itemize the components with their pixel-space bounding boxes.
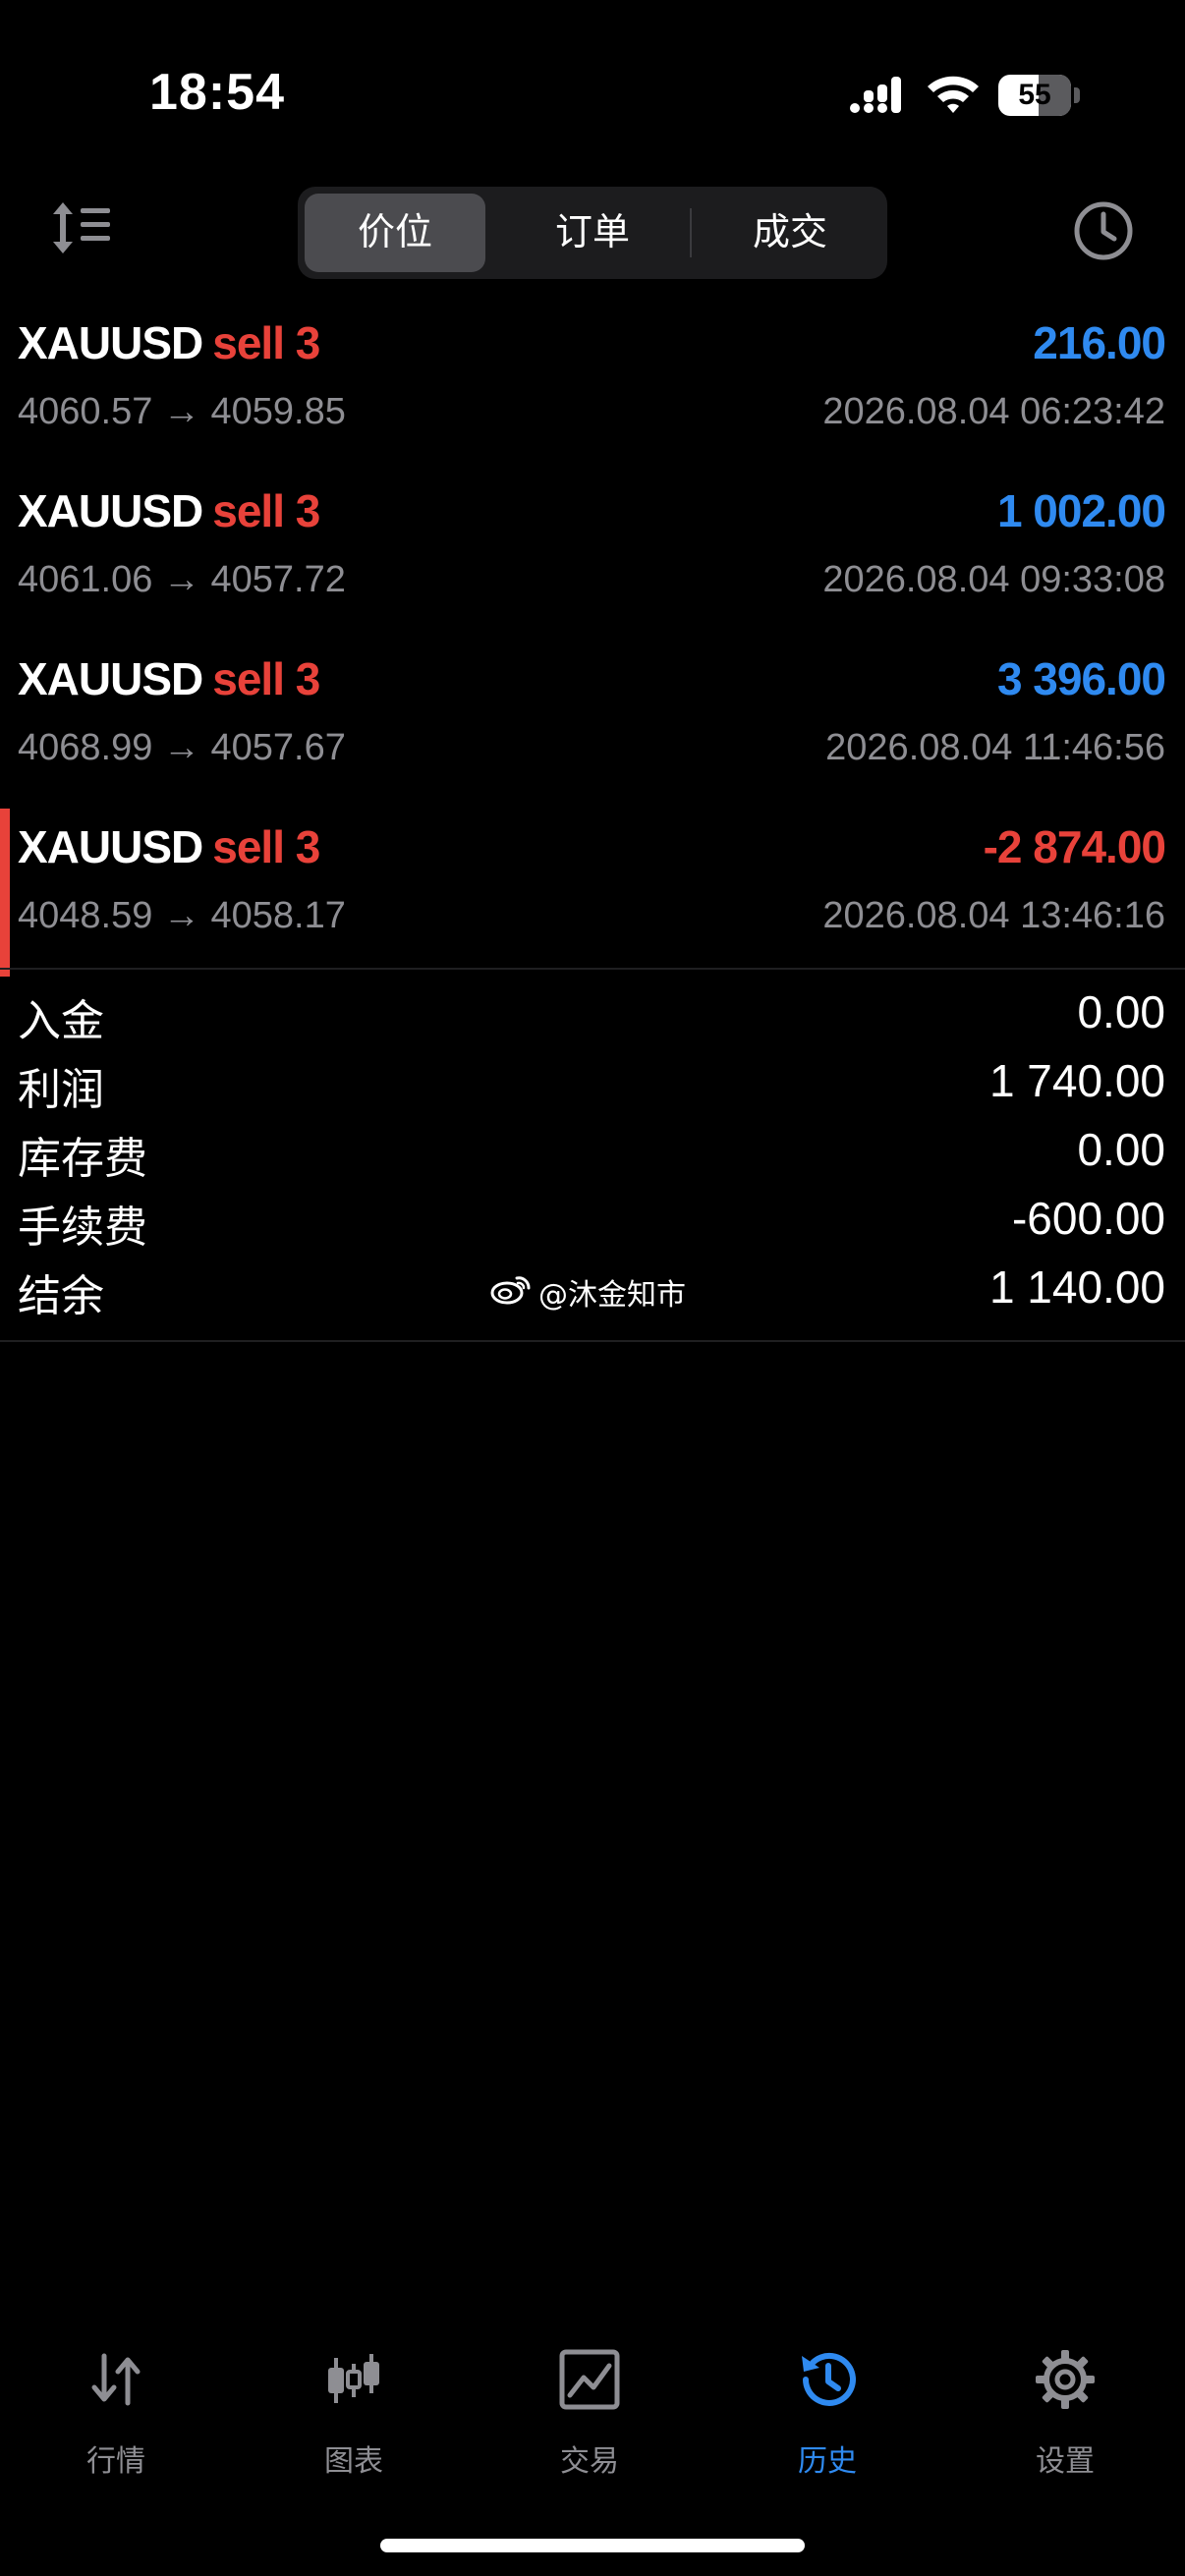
deal-list: XAUUSD sell 3 216.00 4060.57 → 4059.85 20… xyxy=(0,305,1185,977)
summary-row-commission: 手续费 -600.00 xyxy=(0,1184,1185,1253)
deal-side: sell 3 xyxy=(212,485,320,536)
summary-value: 0.00 xyxy=(1077,1124,1165,1175)
summary-label: 库存费 xyxy=(18,1134,147,1184)
tab-label: 设置 xyxy=(1036,2444,1095,2479)
tab-label: 历史 xyxy=(798,2444,857,2479)
selected-row-indicator xyxy=(0,809,10,977)
segment-deals[interactable]: 成交 xyxy=(700,194,880,272)
status-time: 18:54 xyxy=(149,64,285,121)
deal-symbol: XAUUSD xyxy=(18,485,203,536)
history-icon xyxy=(802,2352,856,2406)
sort-icon[interactable] xyxy=(49,198,114,257)
deal-prices: 4060.57 → 4059.85 xyxy=(18,391,346,432)
tab-quotes[interactable]: 行情 xyxy=(18,2338,214,2486)
deal-time: 2026.08.04 11:46:56 xyxy=(825,727,1165,768)
deal-side: sell 3 xyxy=(212,653,320,704)
trade-chart-icon xyxy=(559,2349,620,2410)
deal-row[interactable]: XAUUSD sell 3 3 396.00 4068.99 → 4057.67 … xyxy=(0,641,1185,809)
deal-prices: 4048.59 → 4058.17 xyxy=(18,895,346,936)
tab-chart[interactable]: 图表 xyxy=(255,2338,452,2486)
tab-trade[interactable]: 交易 xyxy=(491,2338,688,2486)
segment-orders[interactable]: 订单 xyxy=(502,194,683,272)
home-indicator xyxy=(380,2539,805,2552)
tab-label: 图表 xyxy=(324,2444,383,2479)
deal-row[interactable]: XAUUSD sell 3 1 002.00 4061.06 → 4057.72 … xyxy=(0,473,1185,641)
deal-profit: 1 002.00 xyxy=(996,485,1166,536)
quotes-arrows-icon xyxy=(91,2353,141,2406)
divider xyxy=(0,1340,1185,1342)
summary-row-profit: 利润 1 740.00 xyxy=(0,1046,1185,1115)
deal-row[interactable]: XAUUSD sell 3 -2 874.00 4048.59 → 4058.17… xyxy=(0,809,1185,977)
deal-prices: 4068.99 → 4057.67 xyxy=(18,727,346,768)
summary-value: -600.00 xyxy=(1011,1193,1165,1244)
history-segmented-control: 价位 订单 成交 xyxy=(298,187,887,279)
tab-bar: 行情 图表 交易 历史 设置 xyxy=(0,2338,1185,2495)
watermark-text: @沐金知市 xyxy=(538,1278,686,1313)
summary-label: 结余 xyxy=(18,1271,104,1321)
deal-row[interactable]: XAUUSD sell 3 216.00 4060.57 → 4059.85 20… xyxy=(0,305,1185,473)
deal-time: 2026.08.04 06:23:42 xyxy=(822,391,1165,432)
cellular-signal-icon xyxy=(850,77,901,113)
tab-label: 行情 xyxy=(86,2444,145,2479)
summary-row-deposit: 入金 0.00 xyxy=(0,978,1185,1046)
deal-time: 2026.08.04 13:46:16 xyxy=(822,895,1165,936)
summary-value: 0.00 xyxy=(1077,986,1165,1037)
deal-profit: -2 874.00 xyxy=(983,821,1166,872)
deal-symbol: XAUUSD xyxy=(18,821,203,872)
battery-icon: 55 xyxy=(998,75,1081,116)
tab-history[interactable]: 历史 xyxy=(729,2338,926,2486)
clock-icon[interactable] xyxy=(1071,198,1136,263)
deal-symbol: XAUUSD xyxy=(18,653,203,704)
summary-label: 入金 xyxy=(18,996,104,1046)
deal-time: 2026.08.04 09:33:08 xyxy=(822,559,1165,600)
summary-label: 手续费 xyxy=(18,1203,147,1253)
summary-value: 1 740.00 xyxy=(988,1055,1165,1106)
candlestick-chart-icon xyxy=(328,2354,379,2403)
battery-level: 55 xyxy=(1018,79,1051,111)
gear-icon xyxy=(1036,2350,1095,2409)
summary-row-swap: 库存费 0.00 xyxy=(0,1115,1185,1184)
tab-settings[interactable]: 设置 xyxy=(967,2338,1163,2486)
divider xyxy=(0,968,1185,970)
deal-side: sell 3 xyxy=(212,821,320,872)
deal-side: sell 3 xyxy=(212,317,320,368)
deal-prices: 4061.06 → 4057.72 xyxy=(18,559,346,600)
status-bar: 18:54 55 xyxy=(0,0,1185,187)
deal-profit: 216.00 xyxy=(1033,317,1166,368)
deal-symbol: XAUUSD xyxy=(18,317,203,368)
segment-positions[interactable]: 价位 xyxy=(305,194,485,272)
summary-label: 利润 xyxy=(18,1065,104,1115)
wifi-icon xyxy=(928,76,979,113)
tab-label: 交易 xyxy=(560,2444,619,2479)
weibo-icon xyxy=(490,1276,531,1305)
summary-value: 1 140.00 xyxy=(988,1261,1165,1313)
deal-profit: 3 396.00 xyxy=(996,653,1166,704)
